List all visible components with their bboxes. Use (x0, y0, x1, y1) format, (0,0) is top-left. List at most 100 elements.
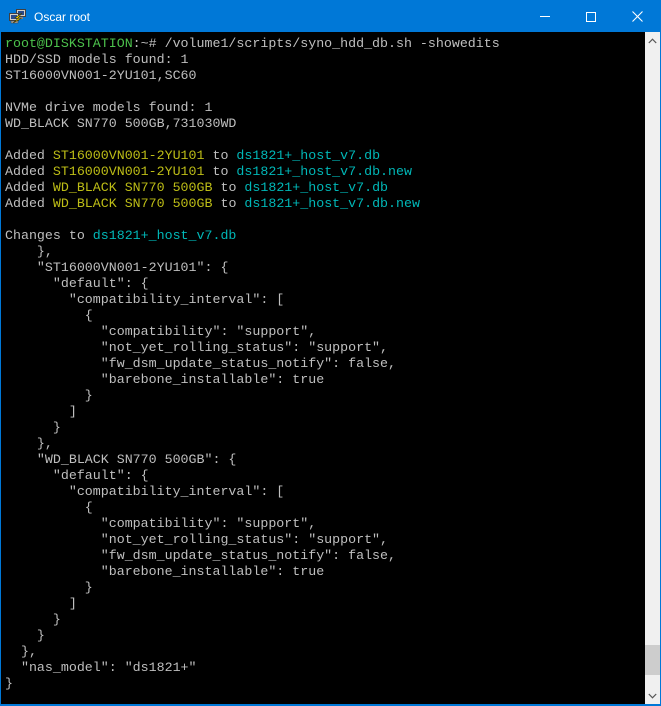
terminal-line: "WD_BLACK SN770 500GB": { (5, 452, 644, 468)
terminal-text-default: "WD_BLACK SN770 500GB": { (5, 452, 236, 467)
terminal-text-default: { (5, 500, 93, 515)
terminal-screen[interactable]: root@DISKSTATION:~# /volume1/scripts/syn… (1, 32, 644, 704)
terminal-text-default: ] (5, 596, 77, 611)
terminal-line: "compatibility": "support", (5, 324, 644, 340)
terminal-line: "compatibility_interval": [ (5, 292, 644, 308)
putty-icon-graphic (9, 9, 27, 25)
terminal-text-default: to (205, 148, 237, 163)
terminal-line: } (5, 628, 644, 644)
terminal-line: HDD/SSD models found: 1 (5, 52, 644, 68)
terminal-text-default: "fw_dsm_update_status_notify": false, (5, 548, 396, 563)
terminal-text-cyan: ds1821+_host_v7.db (93, 228, 237, 243)
terminal-text-default: "nas_model": "ds1821+" (5, 660, 197, 675)
terminal-text-default: :~# /volume1/scripts/syno_hdd_db.sh -sho… (133, 36, 500, 51)
terminal-text-cyan: ds1821+_host_v7.db.new (244, 196, 420, 211)
terminal-text-default: WD_BLACK SN770 500GB,731030WD (5, 116, 236, 131)
scroll-down-button[interactable] (645, 687, 660, 704)
putty-app-icon[interactable] (9, 9, 27, 25)
terminal-text-default: "barebone_installable": true (5, 372, 324, 387)
terminal-line: "compatibility": "support", (5, 516, 644, 532)
terminal-text-yellow: WD_BLACK SN770 500GB (53, 196, 213, 211)
terminal-main: root@DISKSTATION:~# /volume1/scripts/syn… (1, 32, 660, 704)
terminal-text-yellow: ST16000VN001-2YU101 (53, 148, 205, 163)
maximize-icon (586, 12, 596, 22)
terminal-line: } (5, 580, 644, 596)
terminal-text-default: HDD/SSD models found: 1 (5, 52, 189, 67)
terminal-line: "fw_dsm_update_status_notify": false, (5, 356, 644, 372)
terminal-text-default: "compatibility": "support", (5, 516, 316, 531)
scroll-up-button[interactable] (645, 32, 660, 49)
terminal-line: NVMe drive models found: 1 (5, 100, 644, 116)
terminal-text-default: "default": { (5, 468, 149, 483)
minimize-button[interactable] (522, 1, 568, 32)
terminal-text-default: to (205, 164, 237, 179)
minimize-icon (540, 16, 550, 17)
terminal-text-default: } (5, 420, 61, 435)
terminal-line: "barebone_installable": true (5, 564, 644, 580)
terminal-line: { (5, 500, 644, 516)
terminal-text-default: to (212, 180, 244, 195)
terminal-text-default: } (5, 676, 13, 691)
terminal-line: }, (5, 644, 644, 660)
terminal-line: ] (5, 596, 644, 612)
terminal-line: "compatibility_interval": [ (5, 484, 644, 500)
terminal-text-yellow: ST16000VN001-2YU101 (53, 164, 205, 179)
terminal-text-yellow: WD_BLACK SN770 500GB (53, 180, 213, 195)
terminal-line: Added ST16000VN001-2YU101 to ds1821+_hos… (5, 164, 644, 180)
terminal-line: "default": { (5, 276, 644, 292)
terminal-text-default: } (5, 580, 93, 595)
terminal-line: Added WD_BLACK SN770 500GB to ds1821+_ho… (5, 196, 644, 212)
window-controls (522, 1, 660, 32)
terminal-line: WD_BLACK SN770 500GB,731030WD (5, 116, 644, 132)
terminal-line: } (5, 420, 644, 436)
terminal-line: } (5, 612, 644, 628)
terminal-line: "barebone_installable": true (5, 372, 644, 388)
terminal-text-default: "ST16000VN001-2YU101": { (5, 260, 228, 275)
terminal-text-default: Added (5, 164, 53, 179)
terminal-line: ST16000VN001-2YU101,SC60 (5, 68, 644, 84)
terminal-line: }, (5, 244, 644, 260)
terminal-text-default: "not_yet_rolling_status": "support", (5, 532, 388, 547)
terminal-text-default: NVMe drive models found: 1 (5, 100, 212, 115)
terminal-line: "default": { (5, 468, 644, 484)
scrollbar-thumb[interactable] (645, 645, 660, 675)
terminal-text-default: { (5, 308, 93, 323)
terminal-line: Added ST16000VN001-2YU101 to ds1821+_hos… (5, 148, 644, 164)
chevron-up-icon (648, 38, 657, 44)
terminal-text-cyan: ds1821+_host_v7.db (236, 148, 380, 163)
terminal-text-default: } (5, 612, 61, 627)
terminal-line: "not_yet_rolling_status": "support", (5, 532, 644, 548)
terminal-text-default: Changes to (5, 228, 93, 243)
terminal-line: } (5, 388, 644, 404)
terminal-text-default: } (5, 388, 93, 403)
terminal-text-cyan: ds1821+_host_v7.db.new (236, 164, 412, 179)
terminal-line: ] (5, 404, 644, 420)
terminal-line (5, 212, 644, 228)
terminal-text-default: "not_yet_rolling_status": "support", (5, 340, 388, 355)
maximize-button[interactable] (568, 1, 614, 32)
terminal-text-cyan: ds1821+_host_v7.db (244, 180, 388, 195)
close-button[interactable] (614, 1, 660, 32)
terminal-text-default: "barebone_installable": true (5, 564, 324, 579)
terminal-line: "ST16000VN001-2YU101": { (5, 260, 644, 276)
close-icon (632, 11, 643, 22)
terminal-text-default: Added (5, 196, 53, 211)
terminal-text-green: root@DISKSTATION (5, 36, 133, 51)
terminal-window: Oscar root root@DISKSTATION:~# /volume1/… (0, 0, 661, 706)
terminal-text-default: }, (5, 244, 53, 259)
terminal-text-default: ST16000VN001-2YU101,SC60 (5, 68, 197, 83)
terminal-line: { (5, 308, 644, 324)
terminal-line: "not_yet_rolling_status": "support", (5, 340, 644, 356)
terminal-line: Changes to ds1821+_host_v7.db (5, 228, 644, 244)
titlebar[interactable]: Oscar root (1, 1, 660, 32)
terminal-line: }, (5, 436, 644, 452)
scrollbar[interactable] (645, 32, 660, 704)
chevron-down-icon (648, 693, 657, 699)
terminal-text-default: "compatibility_interval": [ (5, 484, 284, 499)
terminal-line: } (5, 676, 644, 692)
terminal-text-default: "fw_dsm_update_status_notify": false, (5, 356, 396, 371)
terminal-text-default: to (212, 196, 244, 211)
terminal-text-default: }, (5, 644, 37, 659)
terminal-text-default: Added (5, 148, 53, 163)
terminal-line: "fw_dsm_update_status_notify": false, (5, 548, 644, 564)
